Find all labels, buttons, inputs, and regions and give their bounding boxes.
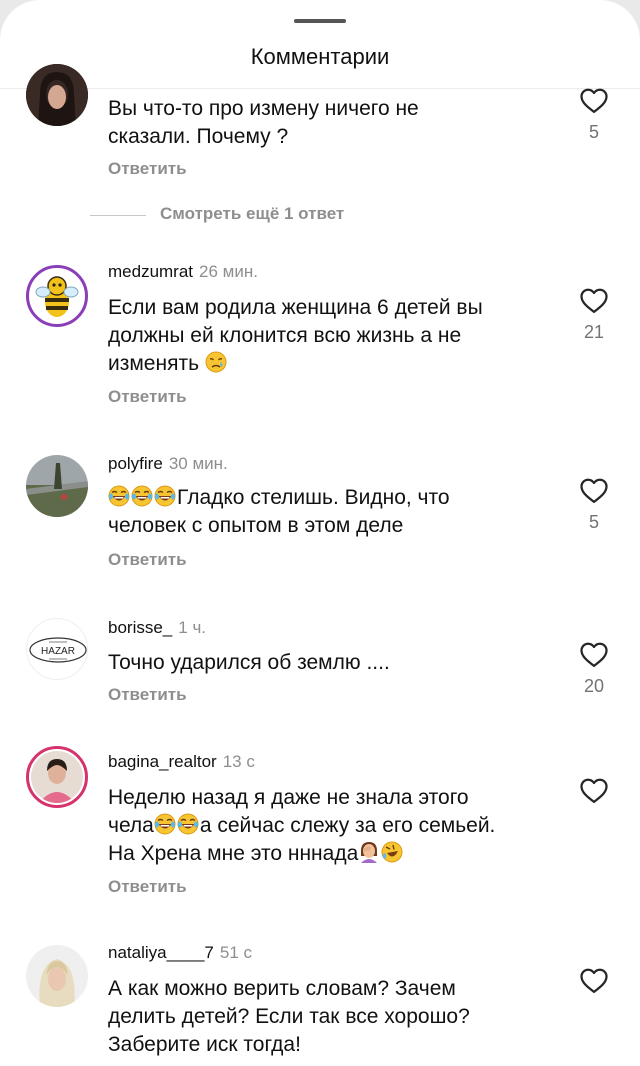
like-count: 21 — [583, 322, 605, 342]
comment-meta: medzumrat 26 мин. — [108, 262, 258, 282]
like-count: 5 — [588, 122, 599, 142]
comment-meta: borisse_ 1 ч. — [108, 618, 206, 638]
timestamp: 26 мин. — [199, 262, 258, 281]
reply-button[interactable]: Ответить — [108, 877, 187, 897]
reply-button[interactable]: Ответить — [108, 685, 187, 705]
timestamp: 30 мин. — [168, 454, 228, 473]
header-divider — [0, 88, 640, 89]
heart-outline-icon[interactable] — [579, 776, 609, 804]
rofl-emoji-icon — [381, 841, 403, 863]
comment-text: Неделю назад я даже не знала этого чела а… — [108, 784, 558, 868]
comment-line-wrapper: На Хрена мне это нннада — [108, 840, 558, 868]
comment-line: Неделю назад я даже не знала этого — [108, 786, 469, 809]
laughing-tears-emoji-icon — [154, 813, 176, 835]
avatar[interactable]: HAZAR — [26, 618, 88, 680]
like-count: 20 — [583, 676, 605, 696]
sheet-title: Комментарии — [250, 44, 390, 69]
timestamp: 51 с — [219, 943, 253, 962]
svg-text:HAZAR: HAZAR — [41, 646, 75, 657]
laughing-tears-emoji-icon — [108, 485, 130, 507]
comment-text: Если вам родила женщина 6 детей вы должн… — [108, 294, 558, 378]
username[interactable]: medzumrat — [108, 262, 193, 281]
comment-line-wrapper: Гладко стелишь. Видно, что — [108, 484, 558, 512]
divider-line — [90, 215, 146, 216]
comment-line: чела — [108, 814, 154, 837]
username[interactable]: bagina_realtor — [108, 752, 217, 771]
view-more-replies-label[interactable]: Смотреть ещё 1 ответ — [160, 204, 344, 224]
avatar[interactable] — [26, 945, 88, 1007]
avatar[interactable] — [26, 265, 88, 327]
comment-text: Вы что-то про измену ничего не сказали. … — [108, 95, 558, 151]
laughing-tears-emoji-icon — [131, 485, 153, 507]
avatar-with-story-ring[interactable] — [26, 746, 88, 808]
username[interactable]: borisse_ — [108, 618, 172, 637]
comment-line: А как можно верить словам? Зачем — [108, 977, 456, 1000]
comment-text: Точно ударился об землю .... — [108, 649, 558, 677]
timestamp: 1 ч. — [178, 618, 207, 637]
comment-text: Гладко стелишь. Видно, что человек с опы… — [108, 484, 558, 540]
comment-line: Точно ударился об землю .... — [108, 651, 390, 674]
avatar-photo — [26, 455, 88, 517]
avatar-photo — [31, 751, 83, 803]
reply-button[interactable]: Ответить — [108, 387, 187, 407]
comment-line: а сейчас слежу за его семьей. — [199, 814, 496, 837]
comment-text: А как можно верить словам? Зачем делить … — [108, 975, 558, 1059]
comment-line: делить детей? Если так все хорошо? — [108, 1005, 470, 1028]
drag-handle[interactable] — [294, 19, 346, 23]
comment-line: Заберите иск тогда! — [108, 1033, 301, 1056]
comment-line: Вы что-то про измену ничего не — [108, 97, 419, 120]
tear-face-emoji-icon — [205, 351, 227, 373]
avatar-photo — [26, 64, 88, 126]
laughing-tears-emoji-icon — [177, 813, 199, 835]
comment-meta: nataliya____7 51 с — [108, 943, 252, 963]
avatar[interactable] — [26, 64, 88, 126]
heart-outline-icon[interactable] — [579, 640, 609, 668]
comment-meta: polyfire 30 мин. — [108, 454, 228, 474]
comment-line: На Хрена мне это нннада — [108, 842, 359, 865]
username[interactable]: nataliya____7 — [108, 943, 214, 962]
comment-line: Гладко стелишь. Видно, что — [177, 486, 450, 509]
avatar-photo — [26, 945, 88, 1007]
facepalm-emoji-icon — [358, 841, 380, 863]
bee-avatar-image — [35, 276, 79, 317]
comments-sheet: Комментарии Вы что-то про измену ничего … — [0, 0, 640, 1066]
heart-outline-icon[interactable] — [579, 286, 609, 314]
username[interactable]: polyfire — [108, 454, 163, 473]
reply-button[interactable]: Ответить — [108, 159, 187, 179]
timestamp: 13 с — [222, 752, 255, 771]
comment-meta: bagina_realtor 13 с — [108, 752, 255, 772]
comment-line-wrapper: изменять — [108, 350, 558, 378]
heart-outline-icon[interactable] — [579, 966, 609, 994]
laughing-tears-emoji-icon — [154, 485, 176, 507]
comment-line: должны ей клонится всю жизнь а не — [108, 324, 462, 347]
heart-outline-icon[interactable] — [579, 476, 609, 504]
hazar-logo-image: HAZAR — [29, 637, 87, 663]
reply-button[interactable]: Ответить — [108, 550, 187, 570]
comment-line: изменять — [108, 352, 200, 375]
heart-outline-icon[interactable] — [579, 86, 609, 114]
comment-line: человек с опытом в этом деле — [108, 514, 404, 537]
comment-line-wrapper: чела а сейчас слежу за его семьей. — [108, 812, 558, 840]
avatar[interactable] — [26, 455, 88, 517]
comment-line: сказали. Почему ? — [108, 125, 289, 148]
comment-line: Если вам родила женщина 6 детей вы — [108, 296, 483, 319]
like-count: 5 — [588, 512, 599, 532]
